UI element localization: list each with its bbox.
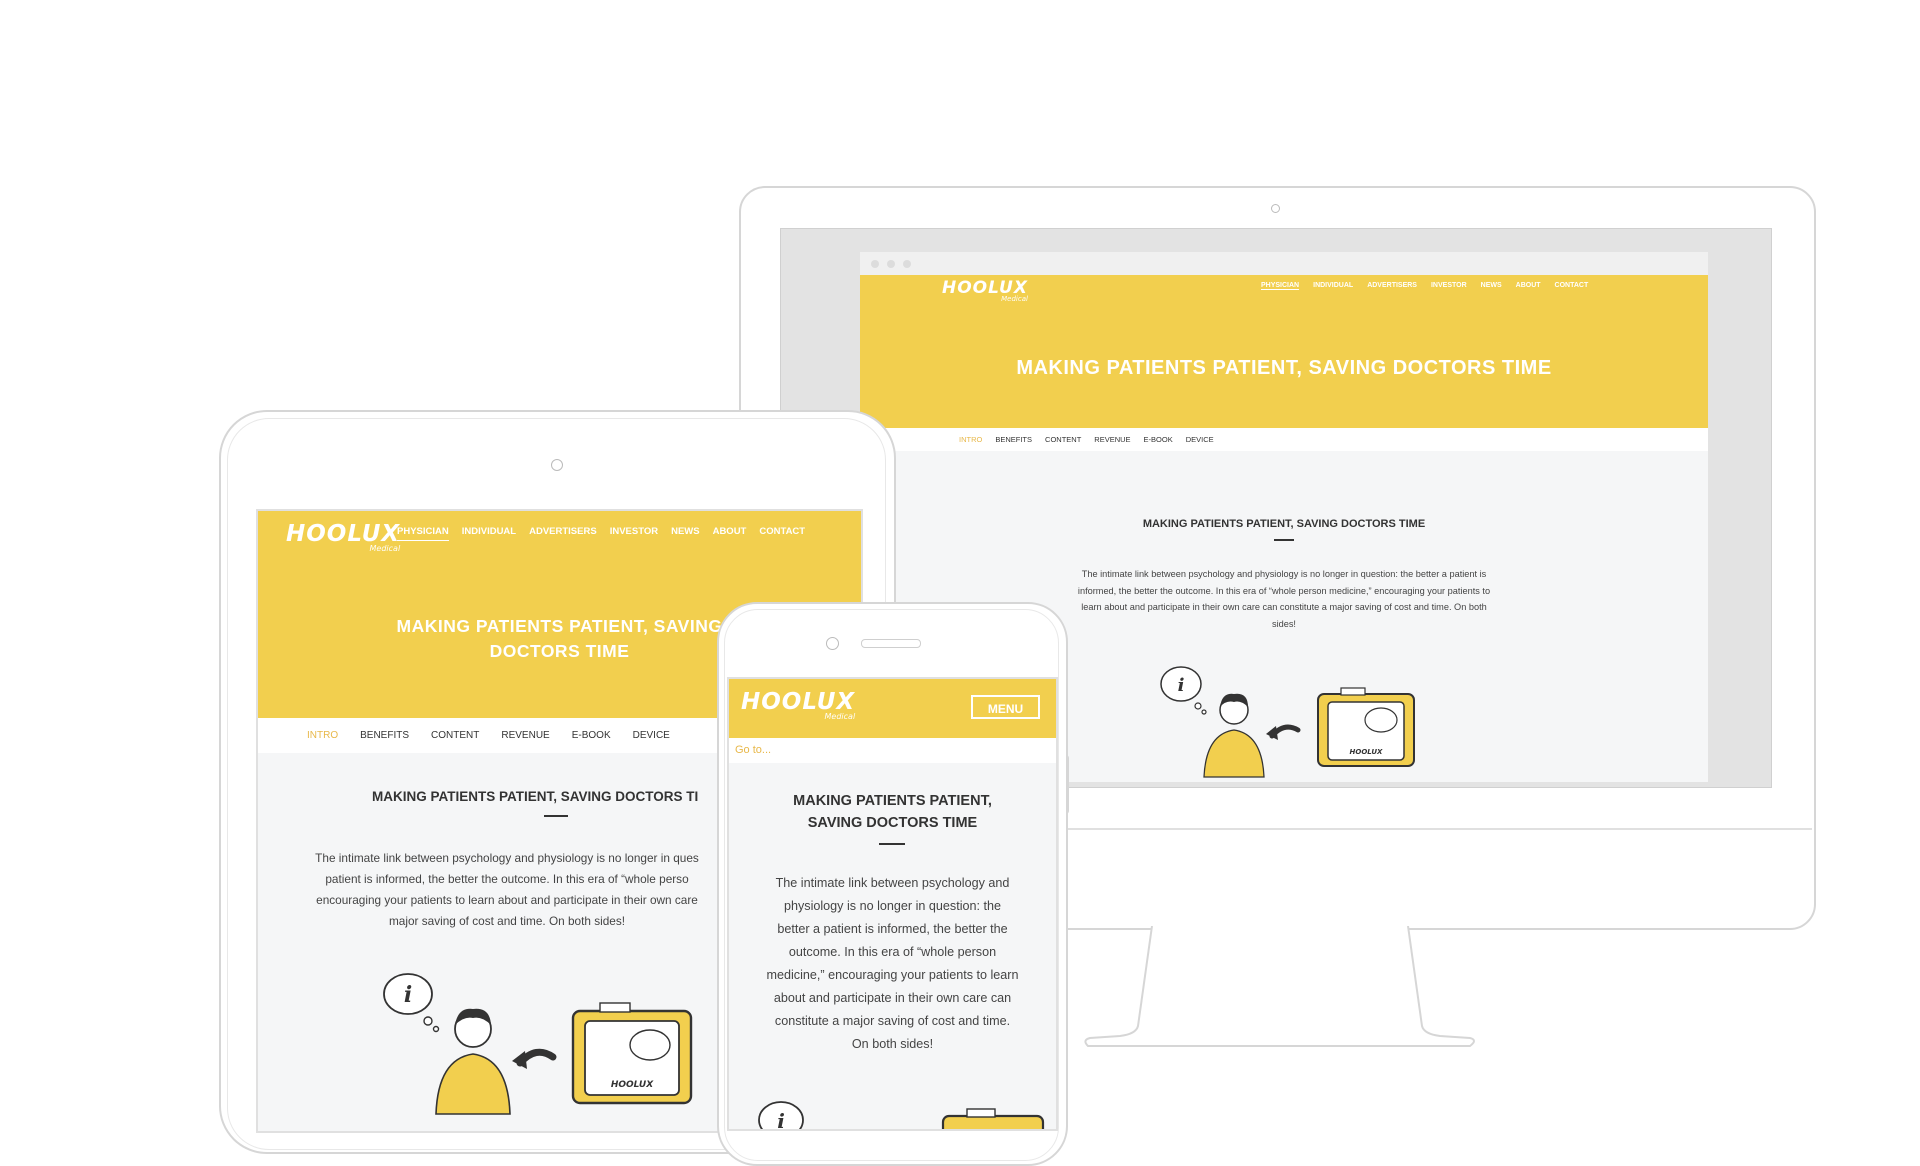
menu-button[interactable]: MENU bbox=[971, 695, 1040, 719]
browser-chrome bbox=[860, 252, 1708, 275]
desktop-nav: PHYSICIAN INDIVIDUAL ADVERTISERS INVESTO… bbox=[1261, 282, 1588, 290]
desktop-intro-text: The intimate link between psychology and… bbox=[1034, 566, 1534, 632]
nav-about[interactable]: ABOUT bbox=[713, 526, 747, 541]
goto-label: Go to... bbox=[735, 744, 772, 756]
browser-dot-1[interactable] bbox=[871, 260, 879, 268]
subnav-benefits[interactable]: BENEFITS bbox=[995, 435, 1032, 444]
monitor-camera bbox=[1271, 204, 1280, 213]
phone-screen: HOOLUX Medical MENU Go to... MAKING PATI… bbox=[727, 677, 1058, 1131]
desktop-intro-line: learn about and participate in their own… bbox=[1081, 602, 1487, 612]
nav-news[interactable]: NEWS bbox=[671, 526, 700, 541]
subnav-benefits[interactable]: BENEFITS bbox=[360, 730, 409, 741]
nav-physician[interactable]: PHYSICIAN bbox=[397, 526, 449, 541]
phone-intro-line: physiology is no longer in question: the bbox=[783, 899, 1002, 913]
tablet-camera bbox=[551, 459, 563, 471]
phone-intro-text: The intimate link between psychology and… bbox=[729, 872, 1056, 1056]
desktop-intro-line: sides! bbox=[1271, 618, 1296, 629]
screen-brand-text: HOOLUX bbox=[1350, 748, 1384, 756]
desktop-title-underline bbox=[1274, 539, 1294, 541]
desktop-intro-line: The intimate link between psychology and… bbox=[1081, 569, 1487, 579]
info-icon: i bbox=[404, 982, 412, 1008]
tablet-intro-line: The intimate link between psychology and… bbox=[315, 851, 699, 865]
nav-contact[interactable]: CONTACT bbox=[759, 526, 805, 541]
subnav-intro[interactable]: INTRO bbox=[307, 730, 338, 741]
phone-intro-line: better a patient is informed, the better… bbox=[777, 922, 1008, 936]
subnav-content[interactable]: CONTENT bbox=[431, 730, 479, 741]
nav-individual[interactable]: INDIVIDUAL bbox=[1313, 282, 1353, 290]
info-icon: i bbox=[777, 1109, 785, 1131]
tablet-intro-text: The intimate link between psychology and… bbox=[282, 848, 732, 932]
tablet-intro-line: patient is informed, the better the outc… bbox=[325, 872, 689, 886]
monitor-stand bbox=[1084, 926, 1475, 1047]
subnav-intro[interactable]: INTRO bbox=[959, 435, 982, 444]
nav-investor[interactable]: INVESTOR bbox=[610, 526, 658, 541]
phone-title-underline bbox=[879, 843, 905, 845]
desktop-illustration: i HOOLUX bbox=[1160, 666, 1415, 778]
nav-advertisers[interactable]: ADVERTISERS bbox=[529, 526, 597, 541]
subnav-content[interactable]: CONTENT bbox=[1045, 435, 1081, 444]
goto-dropdown[interactable]: Go to... bbox=[729, 738, 1056, 763]
phone-intro-line: The intimate link between psychology and bbox=[775, 876, 1010, 890]
desktop-logo[interactable]: HOOLUX Medical bbox=[942, 280, 1028, 303]
phone-intro-line: On both sides! bbox=[851, 1037, 934, 1051]
subnav-revenue[interactable]: REVENUE bbox=[1094, 435, 1130, 444]
browser-dot-2[interactable] bbox=[887, 260, 895, 268]
phone-illustration-partial: i bbox=[758, 1101, 1045, 1131]
subnav-device[interactable]: DEVICE bbox=[633, 730, 670, 741]
info-icon: i bbox=[1178, 675, 1185, 696]
nav-contact[interactable]: CONTACT bbox=[1555, 282, 1589, 290]
tablet-nav: PHYSICIAN INDIVIDUAL ADVERTISERS INVESTO… bbox=[397, 526, 805, 541]
tablet-intro-line: encouraging your patients to learn about… bbox=[316, 893, 698, 907]
logo-subtitle: Medical bbox=[824, 712, 856, 721]
subnav-device[interactable]: DEVICE bbox=[1186, 435, 1214, 444]
tablet-logo[interactable]: HOOLUX Medical bbox=[286, 523, 400, 553]
phone-camera bbox=[826, 637, 839, 650]
subnav-revenue[interactable]: REVENUE bbox=[501, 730, 549, 741]
logo-subtitle: Medical bbox=[1001, 295, 1028, 303]
nav-advertisers[interactable]: ADVERTISERS bbox=[1367, 282, 1417, 290]
phone-intro-line: constitute a major saving of cost and ti… bbox=[774, 1014, 1011, 1028]
nav-news[interactable]: NEWS bbox=[1481, 282, 1502, 290]
phone-intro-line: about and participate in their own care … bbox=[773, 991, 1012, 1005]
desktop-section-title: MAKING PATIENTS PATIENT, SAVING DOCTORS … bbox=[1142, 518, 1426, 530]
desktop-subnav: INTRO BENEFITS CONTENT REVENUE E-BOOK DE… bbox=[959, 435, 1214, 444]
phone-intro-line: medicine,” encouraging your patients to … bbox=[766, 968, 1019, 982]
nav-physician[interactable]: PHYSICIAN bbox=[1261, 282, 1300, 290]
nav-about[interactable]: ABOUT bbox=[1516, 282, 1541, 290]
subnav-ebook[interactable]: E-BOOK bbox=[1144, 435, 1173, 444]
tablet-title-underline bbox=[544, 815, 568, 817]
phone-section-title: MAKING PATIENTS PATIENT, SAVING DOCTORS … bbox=[729, 790, 1056, 834]
phone-intro-line: outcome. In this era of “whole person bbox=[788, 945, 997, 959]
phone-speaker bbox=[861, 639, 921, 648]
nav-investor[interactable]: INVESTOR bbox=[1431, 282, 1467, 290]
phone-logo[interactable]: HOOLUX Medical bbox=[741, 691, 855, 721]
logo-subtitle: Medical bbox=[369, 544, 401, 553]
desktop-intro-line: informed, the better the outcome. In thi… bbox=[1077, 585, 1491, 596]
browser-dot-3[interactable] bbox=[903, 260, 911, 268]
subnav-ebook[interactable]: E-BOOK bbox=[572, 730, 611, 741]
tablet-illustration: i HOOLUX bbox=[383, 973, 693, 1115]
tablet-subnav: INTRO BENEFITS CONTENT REVENUE E-BOOK DE… bbox=[307, 730, 670, 741]
tablet-intro-line: major saving of cost and time. On both s… bbox=[388, 914, 626, 928]
nav-individual[interactable]: INDIVIDUAL bbox=[462, 526, 516, 541]
section-title-line: SAVING DOCTORS TIME bbox=[807, 815, 978, 831]
desktop-hero-title: MAKING PATIENTS PATIENT, SAVING DOCTORS … bbox=[1016, 357, 1552, 379]
section-title-line: MAKING PATIENTS PATIENT, bbox=[793, 793, 992, 809]
screen-brand-text: HOOLUX bbox=[611, 1080, 654, 1090]
